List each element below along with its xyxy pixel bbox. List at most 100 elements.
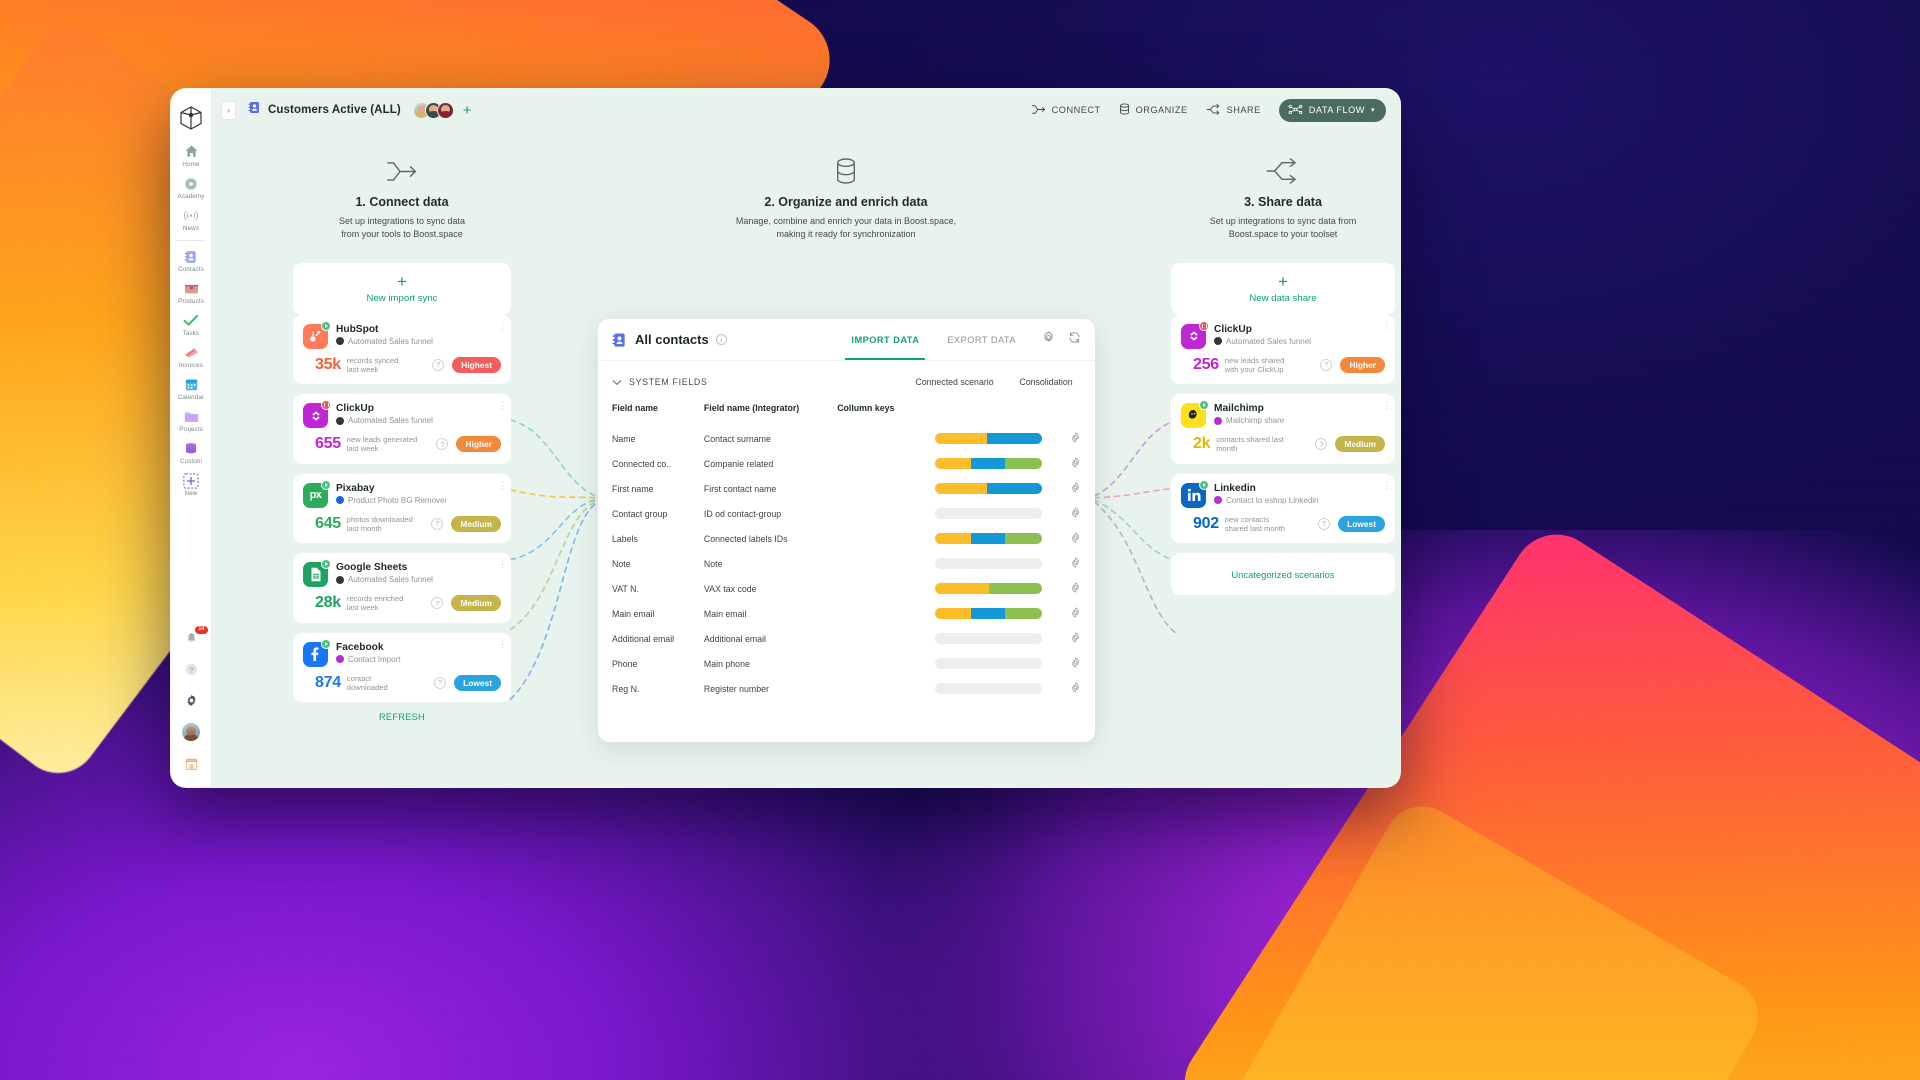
table-row[interactable]: Additional email Additional email <box>612 626 1081 651</box>
scenario-bar <box>935 583 1043 594</box>
help-icon[interactable]: ? <box>1320 358 1333 371</box>
column-subtitle: Manage, combine and enrich your data in … <box>591 215 1101 241</box>
help-icon[interactable]: ? <box>1318 517 1331 530</box>
gear-icon[interactable] <box>1070 682 1081 695</box>
gear-icon[interactable] <box>1042 330 1055 349</box>
help-icon[interactable]: ? <box>432 358 445 371</box>
gear-icon[interactable] <box>1070 657 1081 670</box>
add-member-button[interactable]: + <box>463 103 472 118</box>
card-menu-icon[interactable]: ⋮ <box>498 639 507 648</box>
sidebar-item-settings[interactable] <box>171 685 211 716</box>
refresh-icon[interactable] <box>1068 331 1081 349</box>
cell-row-settings[interactable] <box>1048 576 1081 601</box>
sidebar-item-tasks[interactable]: Tasks <box>171 308 211 340</box>
table-row[interactable]: Reg N. Register number <box>612 676 1081 701</box>
new-data-share-button[interactable]: + New data share <box>1171 262 1395 315</box>
tab-export-data[interactable]: EXPORT DATA <box>933 319 1030 360</box>
sidebar-item-help[interactable]: ? <box>171 654 211 685</box>
sidebar-item-calendar[interactable]: Calendar <box>171 372 211 404</box>
card-menu-icon[interactable]: ⋮ <box>498 321 507 330</box>
table-row[interactable]: Labels Connected labels IDs <box>612 526 1081 551</box>
gear-icon[interactable] <box>1070 632 1081 645</box>
gear-icon[interactable] <box>1070 557 1081 570</box>
table-row[interactable]: Main email Main email <box>612 601 1081 626</box>
cell-row-settings[interactable] <box>1048 651 1081 676</box>
share-button[interactable]: SHARE <box>1206 103 1261 117</box>
sidebar-item-invoices[interactable]: Invoices <box>171 340 211 372</box>
organize-button[interactable]: ORGANIZE <box>1119 103 1188 117</box>
table-row[interactable]: Phone Main phone <box>612 651 1081 676</box>
help-icon[interactable]: ? <box>434 676 447 689</box>
help-icon[interactable]: ? <box>1315 438 1328 451</box>
gear-icon <box>183 692 200 709</box>
sidebar-item-projects[interactable]: Projects <box>171 404 211 436</box>
table-row[interactable]: Name Contact surname <box>612 426 1081 451</box>
integration-card[interactable]: ClickUp Automated Sales funnel ⋮ 256 new… <box>1171 314 1395 385</box>
data-flow-button[interactable]: DATA FLOW ▾ <box>1278 98 1386 122</box>
cell-row-settings[interactable] <box>1048 476 1081 501</box>
gear-icon[interactable] <box>1070 532 1081 545</box>
integration-card[interactable]: Facebook Contact Import ⋮ 874 contact dow… <box>293 632 511 703</box>
table-row[interactable]: VAT N. VAX tax code <box>612 576 1081 601</box>
cell-row-settings[interactable] <box>1048 626 1081 651</box>
sidebar-item-products[interactable]: Products <box>171 276 211 308</box>
gear-icon[interactable] <box>1070 457 1081 470</box>
sidebar-item-new[interactable]: New <box>171 468 211 500</box>
scenario-bar <box>935 533 1043 544</box>
gear-icon[interactable] <box>1070 607 1081 620</box>
integration-card[interactable]: Linkedin Contact to eshop Linkedin ⋮ 902… <box>1171 473 1395 544</box>
cell-integrator-name: Additional email <box>703 633 766 644</box>
sidebar-item-notifications[interactable]: 14 <box>171 623 211 654</box>
metric-value: 655 <box>315 435 341 453</box>
refresh-link[interactable]: REFRESH <box>293 712 511 722</box>
gear-icon[interactable] <box>1070 507 1081 520</box>
card-menu-icon[interactable]: ⋮ <box>498 401 507 410</box>
calendar-icon <box>183 376 200 393</box>
card-menu-icon[interactable]: ⋮ <box>1382 480 1391 489</box>
help-icon[interactable]: ? <box>431 517 444 530</box>
cell-row-settings[interactable] <box>1048 601 1081 626</box>
avatar[interactable] <box>436 101 454 119</box>
sidebar-item-news[interactable]: News <box>171 203 211 235</box>
boostspace-cube-logo-icon[interactable] <box>178 105 204 131</box>
system-fields-toggle[interactable]: SYSTEM FIELDS <box>612 373 708 391</box>
uncategorized-scenarios-button[interactable]: Uncategorized scenarios <box>1171 553 1395 596</box>
card-menu-icon[interactable]: ⋮ <box>1382 401 1391 410</box>
table-row[interactable]: Connected co.. Companie related <box>612 451 1081 476</box>
cell-row-settings[interactable] <box>1048 526 1081 551</box>
table-row[interactable]: Contact group ID od contact-group <box>612 501 1081 526</box>
card-menu-icon[interactable]: ⋮ <box>498 480 507 489</box>
cell-row-settings[interactable] <box>1048 426 1081 451</box>
metric-description: contact downloaded <box>346 673 388 692</box>
info-icon[interactable]: i <box>715 334 727 345</box>
metric-description: new leads generated last week <box>346 435 418 454</box>
sidebar-expand-button[interactable]: › <box>221 100 236 120</box>
help-icon[interactable]: ? <box>436 438 449 451</box>
cell-row-settings[interactable] <box>1048 551 1081 576</box>
integration-card[interactable]: Mailchimp Mailchimp share ⋮ 2k contacts … <box>1171 394 1395 464</box>
sidebar-item-home[interactable]: Home <box>171 139 211 171</box>
card-menu-icon[interactable]: ⋮ <box>498 560 507 569</box>
sidebar-item-custom[interactable]: Custom <box>171 436 211 468</box>
cell-row-settings[interactable] <box>1048 676 1081 701</box>
sidebar-item-profile[interactable] <box>171 716 211 748</box>
cell-row-settings[interactable] <box>1048 501 1081 526</box>
new-import-sync-button[interactable]: + New import sync <box>293 262 511 315</box>
table-row[interactable]: First name First contact name <box>612 476 1081 501</box>
integration-card[interactable]: ClickUp Automated Sales funnel ⋮ 655 new… <box>293 394 511 464</box>
sidebar-item-contacts[interactable]: Contacts <box>171 244 211 276</box>
tab-import-data[interactable]: IMPORT DATA <box>837 319 933 360</box>
gear-icon[interactable] <box>1070 582 1081 595</box>
gear-icon[interactable] <box>1070 432 1081 445</box>
gear-icon[interactable] <box>1070 482 1081 495</box>
integration-card[interactable]: Google Sheets Automated Sales funnel ⋮ 2… <box>293 553 511 623</box>
sidebar-item-academy[interactable]: Academy <box>171 171 211 203</box>
help-icon[interactable]: ? <box>431 597 444 610</box>
integration-card[interactable]: HubSpot Automated Sales funnel ⋮ 35k rec… <box>293 314 511 385</box>
sidebar-item-store[interactable] <box>171 748 211 779</box>
cell-row-settings[interactable] <box>1048 451 1081 476</box>
connect-button[interactable]: CONNECT <box>1031 104 1101 117</box>
integration-card[interactable]: px Pixabay Product Photo BG Remover ⋮ 64… <box>293 473 511 544</box>
card-menu-icon[interactable]: ⋮ <box>1382 321 1391 330</box>
table-row[interactable]: Note Note <box>612 551 1081 576</box>
